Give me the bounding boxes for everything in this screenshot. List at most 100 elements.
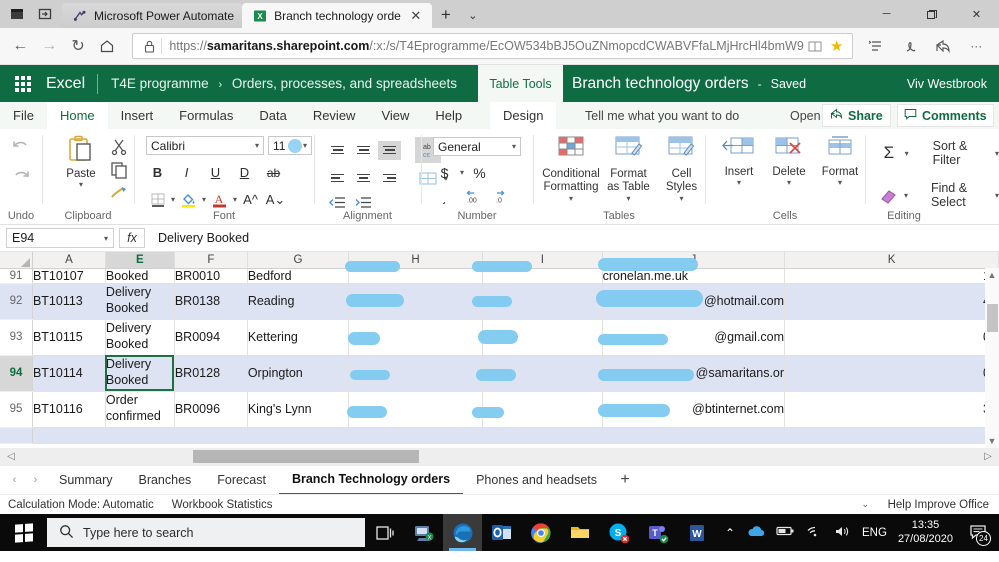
formula-input[interactable]: Delivery Booked [150,231,993,245]
onedrive-icon[interactable] [746,525,765,541]
chevron-down-icon[interactable]: ▾ [171,195,175,204]
favorites-star-icon[interactable]: ★ [826,37,848,55]
double-underline-button[interactable]: D [233,162,256,183]
cell-K94[interactable]: 0 [784,355,999,392]
percent-format-icon[interactable]: % [468,162,491,183]
back-icon[interactable]: ← [7,32,34,60]
autosum-icon[interactable]: Σ [879,143,899,164]
comma-style-icon[interactable]: ͵ [433,186,456,207]
new-tab-button[interactable]: + [432,2,460,28]
vertical-scrollbar[interactable]: ▲ ▼ [985,268,999,448]
column-header-A[interactable]: A [32,252,106,269]
scroll-right-icon[interactable]: ▷ [977,451,999,462]
cut-icon[interactable] [110,138,128,156]
borders-icon[interactable] [146,189,169,210]
cell-E95[interactable]: Order confirmed [105,391,175,428]
word-icon[interactable]: W [677,514,716,551]
battery-icon[interactable] [776,525,795,540]
chevron-down-icon[interactable]: ▾ [79,180,83,189]
user-account-name[interactable]: Viv Westbrook [907,65,987,102]
cell-styles-button[interactable]: Cell Styles ▾ [658,135,705,203]
sheet-tab-phones-and-headsets[interactable]: Phones and headsets [463,466,610,495]
more-options-icon[interactable]: ··· [961,32,992,60]
copy-icon[interactable] [110,161,128,179]
tab-review[interactable]: Review [300,102,369,129]
underline-button[interactable]: U [204,162,227,183]
cell-A93[interactable]: BT10115 [32,319,106,356]
remote-desktop-icon[interactable]: X [404,514,443,551]
language-indicator[interactable]: ENG [862,527,887,539]
tab-help[interactable]: Help [422,102,475,129]
tell-me-search[interactable]: Tell me what you want to do [585,102,739,129]
cell-F92[interactable]: BR0138 [174,283,248,320]
italic-button[interactable]: I [175,162,198,183]
home-icon[interactable] [93,32,120,60]
cell-E93[interactable]: Delivery Booked [105,319,175,356]
cell-G94[interactable]: Orpington [247,355,350,392]
row-header[interactable]: 94 [0,355,33,392]
tab-formulas[interactable]: Formulas [166,102,246,129]
collections-icon[interactable] [861,32,892,60]
chevron-down-icon[interactable]: ▾ [202,195,206,204]
task-view-icon[interactable] [365,514,404,551]
cell-F94[interactable]: BR0128 [174,355,248,392]
insert-cells-button[interactable]: Insert ▾ [717,135,761,187]
cell-E94[interactable]: Delivery Booked [105,355,175,392]
horizontal-scroll-thumb[interactable] [193,450,419,463]
align-right-icon[interactable] [378,169,401,188]
tab-insert[interactable]: Insert [108,102,167,129]
cell-E91[interactable]: Booked [105,268,175,284]
row-header[interactable] [0,427,33,444]
restore-tabs-icon[interactable] [32,2,58,26]
cell-A95[interactable]: BT10116 [32,391,106,428]
font-size-selector[interactable]: 11 ▾ [268,136,312,155]
align-top-icon[interactable] [326,141,349,160]
start-button[interactable] [0,514,47,551]
tab-data[interactable]: Data [246,102,299,129]
column-header-E[interactable]: E [105,252,175,269]
cell-row96[interactable] [32,427,999,444]
fill-color-icon[interactable] [177,189,200,210]
scroll-left-icon[interactable]: ◁ [0,451,22,462]
clock[interactable]: 13:35 27/08/2020 [898,519,953,547]
wifi-icon[interactable] [806,525,823,541]
chevron-down-icon[interactable]: ▾ [569,194,573,203]
undo-icon[interactable] [10,137,32,157]
paste-button[interactable]: Paste ▾ [52,135,110,189]
outlook-icon[interactable] [482,514,521,551]
cell-G91[interactable]: Bedford [247,268,350,284]
chevron-down-icon[interactable]: ▾ [679,194,683,203]
format-as-table-button[interactable]: Format as Table ▾ [603,135,654,203]
teams-icon[interactable]: T [638,514,677,551]
cell-K92[interactable]: 4 [784,283,999,320]
forward-icon[interactable]: → [36,32,63,60]
bold-button[interactable]: B [146,162,169,183]
show-hidden-icons-icon[interactable]: ⌃ [725,526,735,540]
delete-cells-button[interactable]: Delete ▾ [767,135,811,187]
minimize-button[interactable]: ─ [864,0,909,28]
chevron-down-icon[interactable]: ▾ [233,195,237,204]
chevron-down-icon[interactable]: ▾ [995,191,999,200]
row-header[interactable]: 95 [0,391,33,428]
reader-view-icon[interactable] [804,40,826,53]
browser-tab-branch-technology-orders[interactable]: X Branch technology orde ✕ [242,3,432,28]
chevron-down-icon[interactable]: ▾ [460,168,464,177]
sheet-tab-branches[interactable]: Branches [125,466,204,495]
vertical-scroll-thumb[interactable] [987,304,998,332]
increase-decimal-icon[interactable]: .00 [462,186,485,207]
scroll-up-icon[interactable]: ▲ [988,268,997,282]
cell-F95[interactable]: BR0096 [174,391,248,428]
browser-tab-power-automate[interactable]: Microsoft Power Automate [62,3,243,28]
app-launcher-icon[interactable] [0,75,46,92]
refresh-icon[interactable]: ↻ [65,32,92,60]
breadcrumb-site[interactable]: T4E programme [111,76,209,91]
address-bar[interactable]: https://samaritans.sharepoint.com/:x:/s/… [132,33,853,59]
column-header-K[interactable]: K [784,252,999,269]
decrease-decimal-icon[interactable]: .0 [491,186,514,207]
comments-button[interactable]: Comments [897,104,994,127]
redo-icon[interactable] [10,167,32,187]
tab-view[interactable]: View [368,102,422,129]
row-header[interactable]: 91 [0,268,33,284]
horizontal-scrollbar[interactable]: ◁ ▷ [0,448,999,465]
app-name[interactable]: Excel [46,75,97,93]
